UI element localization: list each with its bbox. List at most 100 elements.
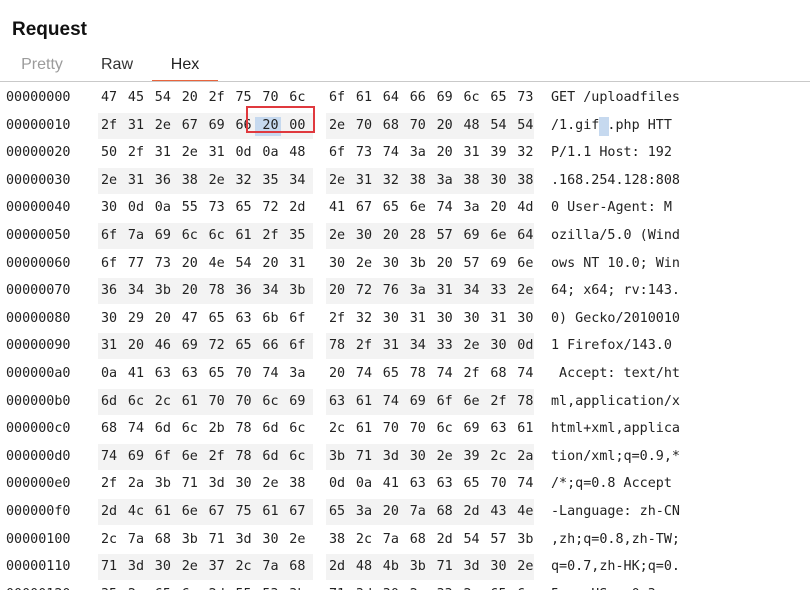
hex-row[interactable]: 00000080 30 29 20 47 65 63 6b 6f 2f 32 30 31 30 30 31 30… (0, 305, 810, 333)
hex-byte[interactable]: 63 (236, 305, 252, 333)
hex-byte[interactable]: 66 (262, 332, 278, 360)
hex-byte[interactable]: 54 (464, 526, 480, 554)
hex-byte[interactable]: 20 (383, 222, 399, 250)
hex-byte[interactable]: 2c (236, 553, 252, 581)
hex-byte[interactable]: 31 (464, 139, 480, 167)
hex-byte[interactable]: 31 (490, 305, 506, 333)
hex-byte[interactable]: 74 (101, 443, 117, 471)
hex-byte[interactable]: 61 (182, 388, 198, 416)
hex-byte[interactable]: 28 (410, 222, 426, 250)
hex-byte[interactable]: 3b (410, 250, 426, 278)
hex-byte[interactable]: 31 (209, 139, 225, 167)
hex-row[interactable]: 00000120 35 2c 65 6e 2d 55 53 3b 71 3d 30 2e 33 2c 65 6e… (0, 581, 810, 590)
hex-byte[interactable]: 20 (437, 250, 453, 278)
hex-byte[interactable]: 64 (383, 84, 399, 112)
hex-byte[interactable]: 70 (209, 388, 225, 416)
ascii-text[interactable]: html+xml,applica (551, 415, 807, 443)
hex-byte[interactable]: 75 (236, 498, 252, 526)
hex-byte[interactable]: 38 (517, 167, 533, 195)
hex-byte[interactable]: 20 (437, 112, 453, 140)
hex-byte[interactable]: 2c (356, 526, 372, 554)
hex-byte[interactable]: 7a (262, 553, 278, 581)
hex-byte[interactable]: 6b (262, 305, 278, 333)
hex-byte[interactable]: 6f (437, 388, 453, 416)
hex-byte[interactable]: 29 (128, 305, 144, 333)
hex-byte[interactable]: 6c (262, 388, 278, 416)
hex-byte[interactable]: 2d (101, 498, 117, 526)
ascii-text[interactable]: GET /uploadfiles (551, 84, 807, 112)
hex-byte[interactable]: 30 (383, 250, 399, 278)
hex-byte[interactable]: 67 (289, 498, 305, 526)
hex-byte[interactable]: 30 (383, 581, 399, 590)
hex-byte[interactable]: 34 (128, 277, 144, 305)
hex-row[interactable]: 00000030 2e 31 36 38 2e 32 35 34 2e 31 32 38 3a 38 30 38… (0, 167, 810, 195)
hex-byte[interactable]: 70 (262, 84, 278, 112)
hex-byte[interactable]: 00 (289, 112, 305, 140)
hex-byte[interactable]: 34 (262, 277, 278, 305)
hex-byte[interactable]: 20 (437, 139, 453, 167)
hex-byte[interactable]: 2e (182, 139, 198, 167)
hex-byte[interactable]: 68 (289, 553, 305, 581)
hex-byte[interactable]: 2e (517, 277, 533, 305)
hex-byte[interactable]: 3a (410, 277, 426, 305)
hex-byte[interactable]: 20 (182, 277, 198, 305)
hex-byte[interactable]: 6f (289, 305, 305, 333)
hex-byte[interactable]: 71 (182, 470, 198, 498)
hex-byte[interactable]: 65 (155, 581, 171, 590)
hex-byte[interactable]: 2d (437, 526, 453, 554)
hex-byte[interactable]: 2d (209, 581, 225, 590)
hex-byte[interactable]: 2c (329, 415, 345, 443)
hex-row[interactable]: 00000040 30 0d 0a 55 73 65 72 2d 41 67 65 6e 74 3a 20 4d… (0, 194, 810, 222)
hex-byte[interactable]: 2e (329, 222, 345, 250)
hex-byte[interactable]: 20 (182, 250, 198, 278)
tab-raw[interactable]: Raw (96, 52, 138, 80)
hex-byte[interactable]: 3d (236, 526, 252, 554)
hex-byte[interactable]: 3b (289, 277, 305, 305)
hex-byte[interactable]: 54 (517, 112, 533, 140)
hex-byte[interactable]: 72 (209, 332, 225, 360)
hex-byte[interactable]: 2e (329, 112, 345, 140)
hex-byte[interactable]: 0d (517, 332, 533, 360)
hex-byte[interactable]: 0d (128, 194, 144, 222)
hex-row[interactable]: 000000b0 6d 6c 2c 61 70 70 6c 69 63 61 74 69 6f 6e 2f 78… (0, 388, 810, 416)
hex-byte[interactable]: 0d (236, 139, 252, 167)
ascii-text[interactable]: .168.254.128:808 (551, 167, 807, 195)
hex-byte[interactable]: 47 (182, 305, 198, 333)
hex-byte[interactable]: 72 (356, 277, 372, 305)
hex-byte[interactable]: 6d (262, 415, 278, 443)
hex-byte[interactable]: 66 (236, 112, 252, 140)
hex-byte[interactable]: 4c (128, 498, 144, 526)
hex-byte[interactable]: 69 (289, 388, 305, 416)
hex-row[interactable]: 000000d0 74 69 6f 6e 2f 78 6d 6c 3b 71 3d 30 2e 39 2c 2a… (0, 443, 810, 471)
hex-byte[interactable]: 71 (437, 553, 453, 581)
hex-byte[interactable]: 2c (155, 388, 171, 416)
hex-byte[interactable]: 2f (209, 84, 225, 112)
hex-byte[interactable]: 2e (517, 553, 533, 581)
hex-byte[interactable]: 20 (262, 250, 278, 278)
hex-byte[interactable]: 68 (437, 498, 453, 526)
hex-byte[interactable]: 30 (329, 250, 345, 278)
hex-byte[interactable]: 3d (209, 470, 225, 498)
ascii-text[interactable]: -Language: zh-CN (551, 498, 807, 526)
hex-byte[interactable]: 41 (128, 360, 144, 388)
hex-byte[interactable]: 3b (289, 581, 305, 590)
ascii-text[interactable]: ml,application/x (551, 388, 807, 416)
hex-byte[interactable]: 38 (464, 167, 480, 195)
hex-byte[interactable]: 2d (329, 553, 345, 581)
ascii-text[interactable]: ,zh;q=0.8,zh-TW; (551, 526, 807, 554)
hex-byte[interactable]: 32 (517, 139, 533, 167)
hex-byte[interactable]: 37 (209, 553, 225, 581)
hex-byte[interactable]: 54 (236, 250, 252, 278)
ascii-text[interactable]: 0) Gecko/2010010 (551, 305, 807, 333)
hex-byte[interactable]: 78 (236, 415, 252, 443)
hex-byte[interactable]: 30 (410, 443, 426, 471)
hex-byte[interactable]: 71 (209, 526, 225, 554)
hex-byte[interactable]: 6c (289, 84, 305, 112)
hex-byte[interactable]: 61 (356, 415, 372, 443)
hex-byte[interactable]: 31 (437, 277, 453, 305)
hex-byte[interactable]: 6f (101, 222, 117, 250)
hex-byte[interactable]: 2e (262, 470, 278, 498)
ascii-text[interactable]: ozilla/5.0 (Wind (551, 222, 807, 250)
hex-byte[interactable]: 57 (437, 222, 453, 250)
ascii-text[interactable]: /1.gif .php HTT (551, 112, 807, 140)
